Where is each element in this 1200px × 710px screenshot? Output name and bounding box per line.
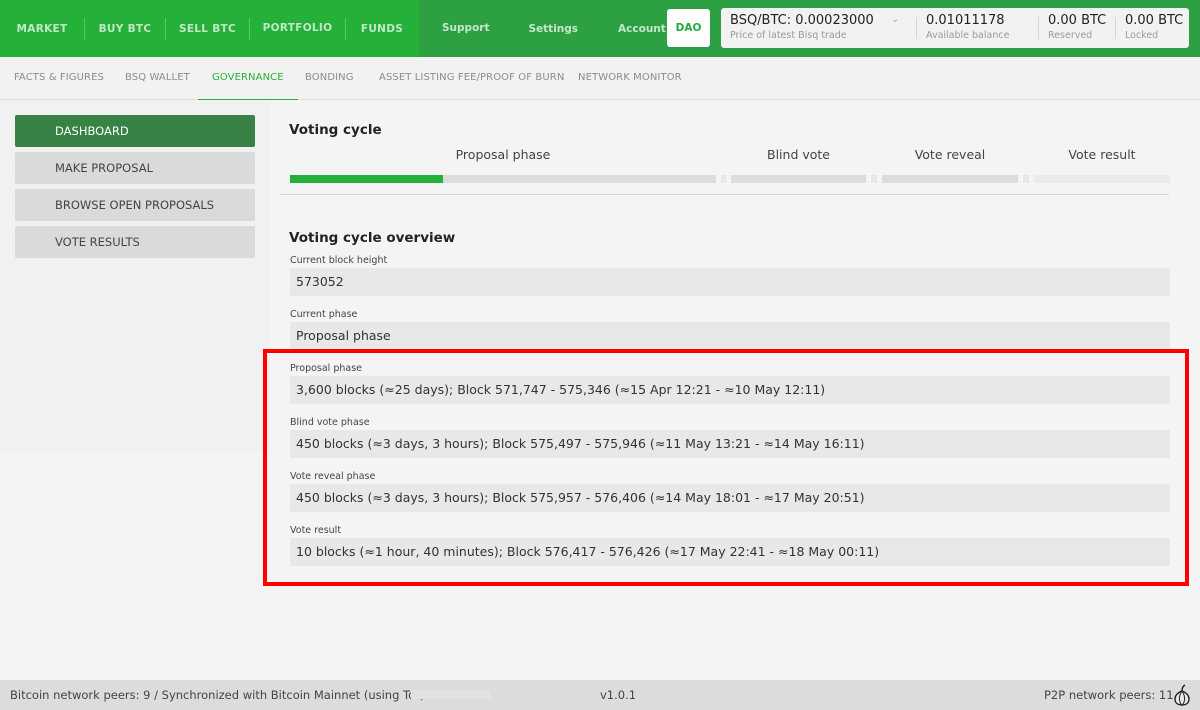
phase-label-vote-reveal: Vote reveal [914,147,986,162]
reserved-balance-value: 0.00 BTC [1048,13,1107,28]
locked-balance-label: Locked [1125,30,1159,41]
tab-asset-listing-fee[interactable]: ASSET LISTING FEE/PROOF OF BURN [379,57,564,100]
nav-market[interactable]: MARKET [0,23,84,35]
nav-portfolio[interactable]: PORTFOLIO [250,22,345,34]
nav-dao-button[interactable]: DAO [667,9,710,47]
top-bar: MARKET BUY BTC SELL BTC PORTFOLIO FUNDS … [0,0,1200,57]
balance-panel: BSQ/BTC: 0.00023000 Price of latest Bisq… [721,8,1189,48]
proposal-phase-label: Proposal phase [290,363,363,374]
nav-settings[interactable]: Settings [528,23,578,35]
available-balance-value: 0.01011178 [926,13,1005,28]
locked-balance-value: 0.00 BTC [1125,13,1184,28]
nav-account[interactable]: Account [618,23,666,35]
current-block-height-field: 573052 [290,268,1170,296]
current-phase-field: Proposal phase [290,322,1170,350]
blind-vote-phase-label: Blind vote phase [290,417,370,428]
dao-subtabs: FACTS & FIGURES BSQ WALLET GOVERNANCE BO… [0,57,1200,101]
dashboard-content: Voting cycle Proposal phase Blind vote V… [270,100,1200,680]
bitcoin-network-status: Bitcoin network peers: 9 / Synchronized … [10,688,425,702]
sync-progress-bar [411,690,491,699]
progress-bar-blind-vote [731,175,866,183]
reserved-balance: 0.00 BTC Reserved [1039,8,1115,48]
locked-balance: 0.00 BTC Locked [1116,8,1186,48]
voting-cycle-title: Voting cycle [289,122,382,138]
progress-gap [1023,175,1029,183]
tab-facts-figures[interactable]: FACTS & FIGURES [14,57,104,100]
sidebar-item-vote-results[interactable]: VOTE RESULTS [15,226,255,258]
governance-sidebar: DASHBOARD MAKE PROPOSAL BROWSE OPEN PROP… [0,100,270,680]
phase-label-proposal: Proposal phase [455,147,551,162]
phase-label-vote-result: Vote result [1068,147,1136,162]
vote-reveal-phase-field: 450 blocks (≈3 days, 3 hours); Block 575… [290,484,1170,512]
phase-label-blind-vote: Blind vote [767,147,830,162]
nav-support[interactable]: Support [442,22,489,34]
vote-reveal-phase-label: Vote reveal phase [290,471,376,482]
sidebar-item-browse-open-proposals[interactable]: BROWSE OPEN PROPOSALS [15,189,255,221]
price-value: BSQ/BTC: 0.00023000 [730,13,874,28]
nav-buy-btc[interactable]: BUY BTC [85,23,165,35]
status-bar: Bitcoin network peers: 9 / Synchronized … [0,680,1200,710]
chevron-down-icon[interactable]: ⌄ [891,14,899,25]
secondary-nav: Support Settings Account [419,0,666,57]
main-nav: MARKET BUY BTC SELL BTC PORTFOLIO FUNDS [0,0,419,57]
progress-bar-vote-result [1034,175,1170,183]
nav-funds[interactable]: FUNDS [346,23,418,35]
progress-gap [871,175,877,183]
progress-gap [721,175,726,183]
tab-governance[interactable]: GOVERNANCE [198,57,298,101]
sidebar-item-dashboard[interactable]: DASHBOARD [15,115,255,147]
progress-bar-vote-reveal [882,175,1018,183]
progress-fill-proposal [290,175,444,183]
vote-result-field: 10 blocks (≈1 hour, 40 minutes); Block 5… [290,538,1170,566]
p2p-network-peers: P2P network peers: 11 [1044,688,1174,702]
tab-network-monitor[interactable]: NETWORK MONITOR [578,57,682,100]
tor-onion-icon [1174,684,1190,706]
version-label: v1.0.1 [600,688,637,702]
nav-sell-btc[interactable]: SELL BTC [166,23,249,35]
tab-bonding[interactable]: BONDING [305,57,354,100]
progress-bar-proposal [290,175,716,183]
reserved-balance-label: Reserved [1048,30,1093,41]
sidebar-item-make-proposal[interactable]: MAKE PROPOSAL [15,152,255,184]
divider [280,194,1169,195]
price-label: Price of latest Bisq trade [730,30,847,41]
blind-vote-phase-field: 450 blocks (≈3 days, 3 hours); Block 575… [290,430,1170,458]
proposal-phase-field: 3,600 blocks (≈25 days); Block 571,747 -… [290,376,1170,404]
vote-result-label: Vote result [290,525,342,536]
tab-bsq-wallet[interactable]: BSQ WALLET [125,57,190,100]
available-balance-label: Available balance [926,30,1010,41]
current-phase-label: Current phase [290,309,358,320]
price-selector[interactable]: BSQ/BTC: 0.00023000 Price of latest Bisq… [721,8,916,48]
available-balance: 0.01011178 Available balance [917,8,1038,48]
voting-cycle-overview-title: Voting cycle overview [289,230,456,246]
current-block-height-label: Current block height [290,255,388,266]
